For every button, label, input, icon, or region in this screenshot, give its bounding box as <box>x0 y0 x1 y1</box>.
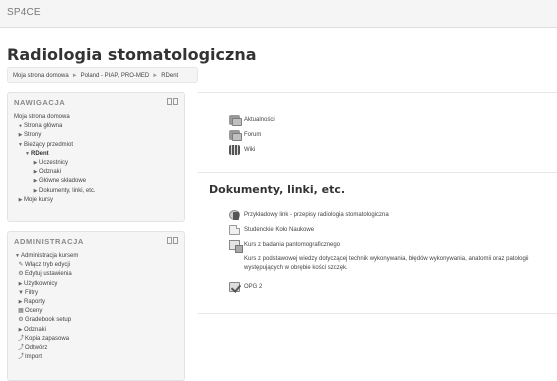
block-dock-controls[interactable] <box>167 98 178 106</box>
admin-item-backup[interactable]: ⤴Kopia zapasowa <box>14 335 78 344</box>
activity-wiki[interactable]: Wiki <box>229 142 275 157</box>
navigation-tree: Moja strona domowa ● Strona główna ▶ Stron… <box>14 113 96 205</box>
grades-table-icon: ▦ <box>18 308 24 315</box>
hide-block-icon[interactable] <box>173 237 178 244</box>
admin-item-users[interactable]: ▶ Użytkownicy <box>14 280 78 289</box>
block-dock-controls[interactable] <box>167 237 178 245</box>
admin-item-restore[interactable]: ⤴Odtwórz <box>14 344 78 353</box>
caret-right-icon: ▶ <box>18 280 23 287</box>
activity-url-link[interactable]: Przykładowy link - przepisy radiologia s… <box>229 207 549 222</box>
administration-block: ADMINISTRACJA ▼Administracja kursem ✎Włą… <box>7 231 185 381</box>
page-title: Radiologia stomatologiczna <box>7 45 257 64</box>
caret-right-icon: ▶ <box>18 299 23 306</box>
breadcrumb-separator: ► <box>152 73 159 79</box>
folder-icon <box>229 239 243 253</box>
activity-label[interactable]: Przykładowy link - przepisy radiologia s… <box>244 212 389 218</box>
activity-opg2-quiz[interactable]: OPG 2 <box>229 279 549 294</box>
filter-icon: ▼ <box>18 289 24 296</box>
section-documents: Przykładowy link - przepisy radiologia s… <box>229 207 549 294</box>
activity-news-forum[interactable]: Aktualności <box>229 112 275 127</box>
breadcrumb-category[interactable]: Poland - PIAP, PRO-MED <box>81 73 150 79</box>
nav-item-badges[interactable]: ▶ Odznaki <box>14 168 96 177</box>
nav-item-general[interactable]: ▶ Główne składowe <box>14 177 96 186</box>
site-brand[interactable]: SP4CE <box>7 7 41 18</box>
activity-label[interactable]: Studenckie Koło Naukowe <box>244 227 314 233</box>
gear-icon: ⚙ <box>18 271 24 278</box>
administration-block-title: ADMINISTRACJA <box>14 237 84 246</box>
dock-icon[interactable] <box>167 237 172 244</box>
caret-right-icon: ▶ <box>33 169 38 176</box>
activity-pantomography-course[interactable]: Kurs z badania pantomograficznego <box>229 237 549 253</box>
forum-icon <box>229 129 242 141</box>
activity-label[interactable]: Forum <box>244 132 261 138</box>
breadcrumb: Moja strona domowa ► Poland - PIAP, PRO-ME… <box>7 67 198 83</box>
nav-item-home[interactable]: Moja strona domowa <box>14 113 96 122</box>
activity-student-club[interactable]: Studenckie Koło Naukowe <box>229 222 549 237</box>
file-icon <box>229 224 240 235</box>
admin-item-import[interactable]: ⤴Import <box>14 353 78 362</box>
nav-item-documents[interactable]: ▶ Dokumenty, linki, etc. <box>14 187 96 196</box>
upload-icon: ⤴ <box>17 354 24 361</box>
activity-forum[interactable]: Forum <box>229 127 275 142</box>
section-divider <box>198 313 557 314</box>
caret-right-icon: ▶ <box>18 132 23 139</box>
activity-label[interactable]: OPG 2 <box>244 284 262 290</box>
activity-label[interactable]: Aktualności <box>244 117 275 123</box>
navigation-block: NAWIGACJA Moja strona domowa ● Strona głó… <box>7 92 185 222</box>
section-divider <box>198 172 557 173</box>
pencil-icon: ✎ <box>18 262 24 269</box>
caret-right-icon: ▶ <box>33 178 38 185</box>
hide-block-icon[interactable] <box>173 98 178 105</box>
admin-item-filters[interactable]: ▼Filtry <box>14 289 78 298</box>
breadcrumb-course[interactable]: RDent <box>161 73 178 79</box>
activity-label[interactable]: Wiki <box>244 147 255 153</box>
admin-item-reports[interactable]: ▶ Raporty <box>14 298 78 307</box>
navigation-block-title: NAWIGACJA <box>14 98 66 107</box>
admin-item-course-admin[interactable]: ▼Administracja kursem <box>14 252 78 261</box>
admin-item-edit-settings[interactable]: ⚙Edytuj ustawienia <box>14 270 78 279</box>
caret-down-icon: ▼ <box>18 141 23 148</box>
activity-label[interactable]: Kurs z badania pantomograficznego <box>244 242 340 248</box>
breadcrumb-home[interactable]: Moja strona domowa <box>13 73 69 79</box>
admin-item-edit-mode[interactable]: ✎Włącz tryb edycji <box>14 261 78 270</box>
section-divider <box>198 92 557 93</box>
nav-item-site-home[interactable]: ● Strona główna <box>14 122 96 131</box>
nav-item-rdent[interactable]: ▼RDent <box>14 150 96 159</box>
forum-icon <box>229 114 242 126</box>
caret-right-icon: ▶ <box>18 196 23 203</box>
caret-down-icon: ▼ <box>25 150 30 157</box>
administration-tree: ▼Administracja kursem ✎Włącz tryb edycji… <box>14 252 78 362</box>
admin-item-badges[interactable]: ▶ Odznaki <box>14 326 78 335</box>
nav-item-pages[interactable]: ▶ Strony <box>14 131 96 140</box>
wiki-icon <box>229 144 240 155</box>
breadcrumb-separator: ► <box>71 73 78 79</box>
quiz-icon <box>229 281 240 292</box>
bullet-icon: ● <box>18 123 23 130</box>
upload-icon: ⤴ <box>17 345 24 352</box>
admin-item-gradebook-setup[interactable]: ⚙Gradebook setup <box>14 316 78 325</box>
caret-right-icon: ▶ <box>33 160 38 167</box>
admin-item-grades[interactable]: ▦Oceny <box>14 307 78 316</box>
upload-icon: ⤴ <box>17 335 24 342</box>
caret-right-icon: ▶ <box>18 326 23 333</box>
top-navbar: SP4CE <box>0 0 557 28</box>
nav-item-my-courses[interactable]: ▶ Moje kursy <box>14 196 96 205</box>
caret-down-icon: ▼ <box>15 253 20 259</box>
section-general: Aktualności Forum Wiki <box>229 112 275 157</box>
gear-icon: ⚙ <box>18 317 24 324</box>
url-icon <box>229 209 240 220</box>
activity-description: Kurs z podstawowej wiedzy dotyczącej tec… <box>244 256 529 271</box>
section-heading: Dokumenty, linki, etc. <box>209 183 346 196</box>
nav-item-participants[interactable]: ▶ Uczestnicy <box>14 159 96 168</box>
nav-item-current-course[interactable]: ▼Bieżący przedmiot <box>14 141 96 150</box>
caret-right-icon: ▶ <box>33 187 38 194</box>
dock-icon[interactable] <box>167 98 172 105</box>
